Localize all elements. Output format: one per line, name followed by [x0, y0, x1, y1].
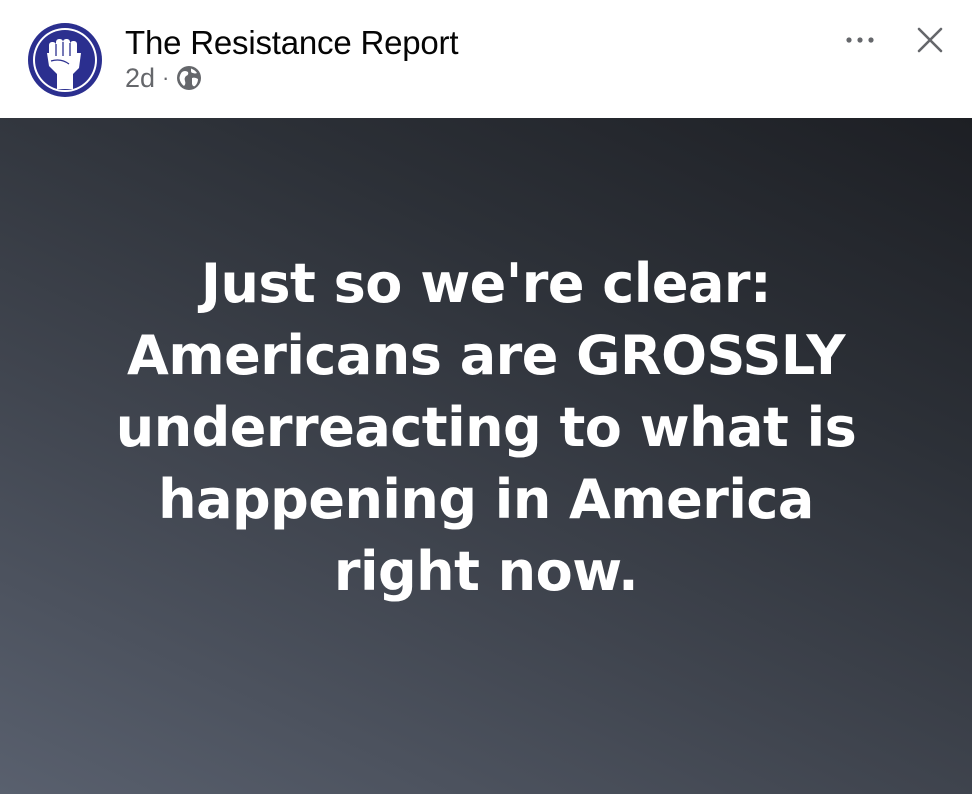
post-text-background[interactable]: Just so we're clear: Americans are GROSS…: [0, 118, 972, 794]
post-text-line: underreacting to what is: [115, 396, 857, 459]
more-options-button[interactable]: [838, 22, 882, 58]
globe-icon: [177, 66, 202, 90]
close-icon: [917, 27, 943, 53]
close-post-button[interactable]: [908, 18, 952, 62]
post-text-line: happening in America: [158, 468, 814, 531]
post-text-line: Just so we're clear:: [200, 252, 772, 315]
page-avatar[interactable]: [25, 20, 105, 100]
page-name-link[interactable]: The Resistance Report: [125, 24, 458, 62]
meta-separator: ·: [162, 65, 170, 90]
post-text-line: right now.: [333, 540, 639, 603]
ellipsis-icon: [846, 37, 874, 43]
post-header: The Resistance Report 2d ·: [0, 0, 972, 118]
post-text-line: Americans are GROSSLY: [127, 324, 845, 387]
post-timestamp[interactable]: 2d: [125, 63, 155, 94]
post-text: Just so we're clear: Americans are GROSS…: [60, 248, 912, 608]
post-meta: 2d ·: [125, 62, 202, 94]
post-card: The Resistance Report 2d · Just so we're…: [0, 0, 972, 794]
